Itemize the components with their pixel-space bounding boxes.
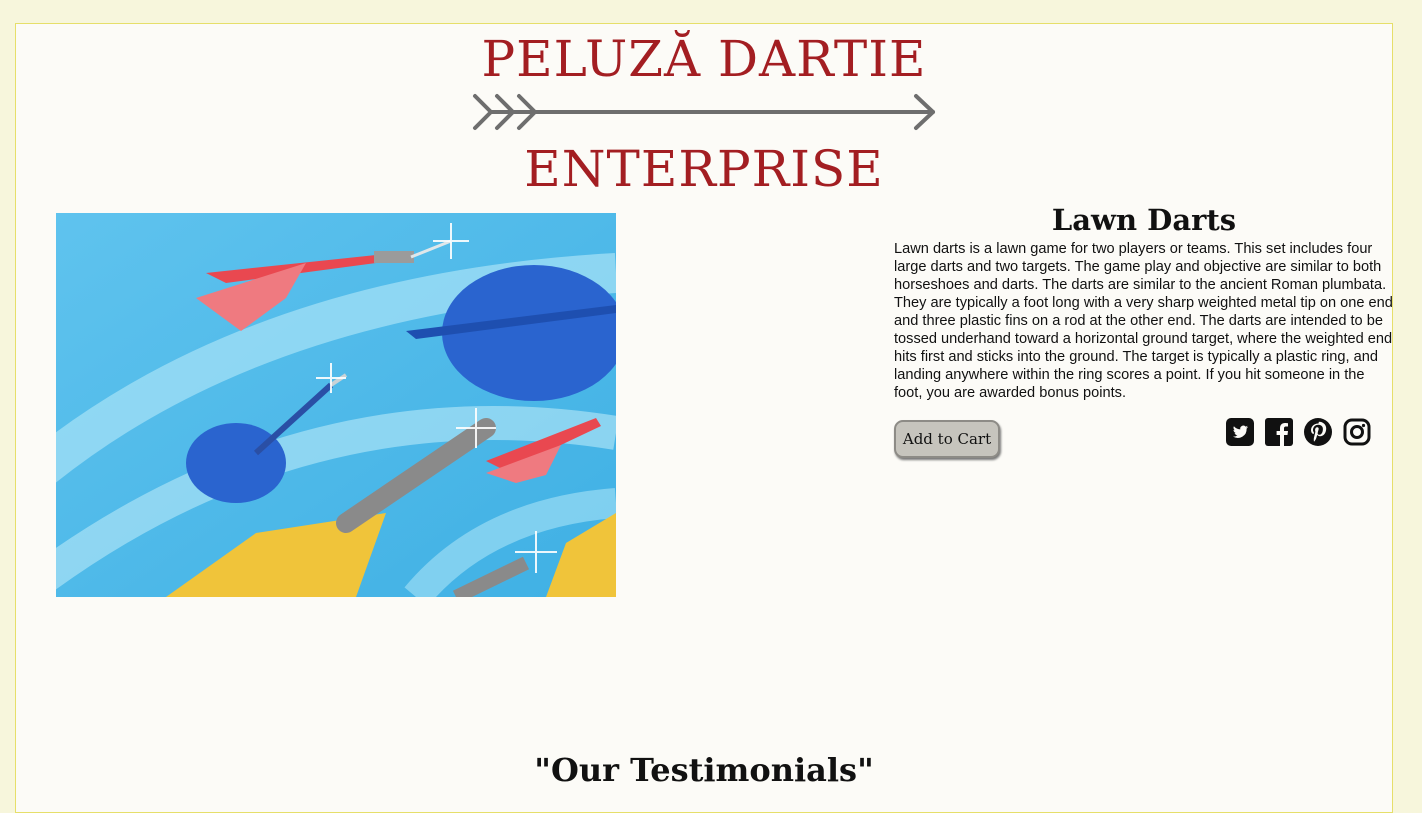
brand-name-line1: PELUZĂ DARTIE [481, 30, 927, 88]
facebook-icon[interactable] [1265, 418, 1293, 446]
brand-name-line2: ENTERPRISE [524, 140, 884, 198]
product-title: Lawn Darts [1051, 203, 1237, 237]
add-to-cart-button[interactable]: Add to Cart [894, 420, 1000, 458]
twitter-icon[interactable] [1226, 418, 1254, 446]
social-links [1226, 418, 1371, 446]
lawn-darts-image [56, 213, 616, 597]
page-container: PELUZĂ DARTIE ENTERPRISE Lawn Darts Lawn… [15, 23, 1393, 813]
product-details: Lawn Darts Lawn darts is a lawn game for… [894, 200, 1394, 458]
product-description: Lawn darts is a lawn game for two player… [894, 241, 1393, 401]
testimonials-heading: "Our Testimonials" [534, 751, 874, 789]
arrow-logo-icon [473, 94, 935, 130]
pinterest-icon[interactable] [1304, 418, 1332, 446]
instagram-icon[interactable] [1343, 418, 1371, 446]
